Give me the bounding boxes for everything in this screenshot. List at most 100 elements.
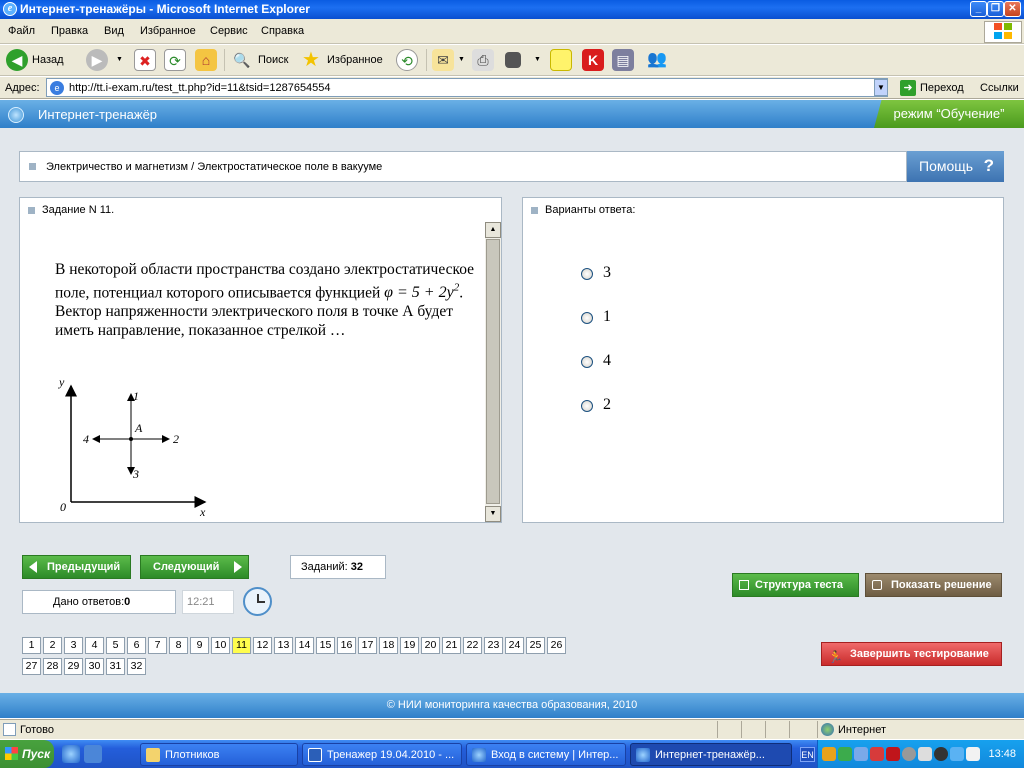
finish-test-button[interactable]: 🏃 Завершить тестирование: [821, 642, 1002, 666]
radio-button[interactable]: [581, 356, 593, 368]
page-number-button[interactable]: 18: [379, 637, 398, 654]
page-number-button[interactable]: 30: [85, 658, 104, 675]
page-number-button[interactable]: 25: [526, 637, 545, 654]
note-icon[interactable]: [550, 49, 572, 71]
menu-view[interactable]: Вид: [104, 25, 124, 37]
tray-icon[interactable]: [854, 747, 868, 761]
page-number-button[interactable]: 20: [421, 637, 440, 654]
mail-dropdown-icon[interactable]: ▼: [458, 56, 465, 63]
language-indicator[interactable]: EN: [800, 747, 815, 762]
page-number-button[interactable]: 29: [64, 658, 83, 675]
messenger-icon[interactable]: 👥: [646, 49, 668, 71]
tray-icon[interactable]: [902, 747, 916, 761]
kaspersky-tray-icon[interactable]: [886, 747, 900, 761]
forward-dropdown-icon[interactable]: ▼: [116, 56, 123, 63]
task-plotnikov[interactable]: Плотников: [140, 743, 298, 766]
print-icon[interactable]: ⎙: [472, 49, 494, 71]
page-number-button[interactable]: 21: [442, 637, 461, 654]
page-number-button[interactable]: 19: [400, 637, 419, 654]
page-number-button[interactable]: 15: [316, 637, 335, 654]
go-button[interactable]: ➜ Переход: [898, 79, 964, 97]
links-button[interactable]: Ссылки: [980, 82, 1019, 94]
page-number-button[interactable]: 27: [22, 658, 41, 675]
back-label[interactable]: Назад: [32, 54, 64, 66]
page-number-button[interactable]: 1: [22, 637, 41, 654]
page-number-button[interactable]: 3: [64, 637, 83, 654]
research-icon[interactable]: ▤: [612, 49, 634, 71]
page-number-button[interactable]: 6: [127, 637, 146, 654]
page-number-button[interactable]: 14: [295, 637, 314, 654]
menu-tools[interactable]: Сервис: [210, 25, 248, 37]
page-number-button[interactable]: 10: [211, 637, 230, 654]
close-button[interactable]: ✕: [1004, 1, 1021, 17]
page-number-button[interactable]: 17: [358, 637, 377, 654]
page-number-button[interactable]: 8: [169, 637, 188, 654]
volume-icon[interactable]: [966, 747, 980, 761]
tray-icon[interactable]: [870, 747, 884, 761]
radio-button[interactable]: [581, 268, 593, 280]
search-label[interactable]: Поиск: [258, 54, 288, 66]
page-number-button[interactable]: 5: [106, 637, 125, 654]
tray-icon[interactable]: [822, 747, 836, 761]
favorites-star-icon[interactable]: ★: [300, 49, 322, 71]
tray-icon[interactable]: [950, 747, 964, 761]
page-number-button[interactable]: 22: [463, 637, 482, 654]
page-number-button[interactable]: 13: [274, 637, 293, 654]
page-number-button[interactable]: 2: [43, 637, 62, 654]
maximize-button[interactable]: ❐: [987, 1, 1004, 17]
page-number-button[interactable]: 16: [337, 637, 356, 654]
task-trainer[interactable]: Интернет-тренажёр...: [630, 743, 792, 766]
question-scrollbar[interactable]: ▲ ▼: [485, 222, 501, 522]
next-button[interactable]: Следующий: [140, 555, 249, 579]
menu-help[interactable]: Справка: [261, 25, 304, 37]
help-button[interactable]: Помощь ?: [907, 151, 1004, 182]
task-login[interactable]: Вход в систему | Интер...: [466, 743, 626, 766]
page-number-button[interactable]: 24: [505, 637, 524, 654]
favorites-label[interactable]: Избранное: [327, 54, 383, 66]
back-icon[interactable]: ◀: [6, 49, 28, 71]
address-input[interactable]: e http://tt.i-exam.ru/test_tt.php?id=11&…: [46, 78, 888, 97]
show-solution-button[interactable]: Показать решение: [865, 573, 1002, 597]
page-number-button[interactable]: 4: [85, 637, 104, 654]
menu-favorites[interactable]: Избранное: [140, 25, 196, 37]
start-label: Пуск: [22, 747, 51, 761]
page-number-button[interactable]: 23: [484, 637, 503, 654]
refresh-icon[interactable]: ⟳: [164, 49, 186, 71]
page-number-button[interactable]: 9: [190, 637, 209, 654]
radio-button[interactable]: [581, 312, 593, 324]
address-url[interactable]: http://tt.i-exam.ru/test_tt.php?id=11&ts…: [69, 82, 331, 94]
history-icon[interactable]: ⟲: [396, 49, 418, 71]
page-number-button[interactable]: 26: [547, 637, 566, 654]
mail-icon[interactable]: ✉: [432, 49, 454, 71]
tray-icon[interactable]: [918, 747, 932, 761]
explorer-quicklaunch-icon[interactable]: [84, 745, 102, 763]
scroll-down-icon[interactable]: ▼: [485, 506, 501, 522]
page-number-button[interactable]: 28: [43, 658, 62, 675]
home-icon[interactable]: ⌂: [195, 49, 217, 71]
search-icon[interactable]: 🔍: [231, 49, 253, 71]
radio-button[interactable]: [581, 400, 593, 412]
start-button[interactable]: Пуск: [0, 740, 54, 768]
menu-edit[interactable]: Правка: [51, 25, 88, 37]
address-dropdown-icon[interactable]: ▼: [874, 79, 888, 96]
scroll-up-icon[interactable]: ▲: [485, 222, 501, 238]
ie-quicklaunch-icon[interactable]: [62, 745, 80, 763]
tray-icon[interactable]: [838, 747, 852, 761]
stop-icon[interactable]: ✖: [134, 49, 156, 71]
page-number-button[interactable]: 12: [253, 637, 272, 654]
scroll-thumb[interactable]: [486, 239, 500, 504]
page-number-button[interactable]: 7: [148, 637, 167, 654]
previous-button[interactable]: Предыдущий: [22, 555, 131, 579]
page-number-button[interactable]: 11: [232, 637, 251, 654]
menu-file[interactable]: Файл: [8, 25, 35, 37]
page-number-button[interactable]: 32: [127, 658, 146, 675]
forward-icon[interactable]: ▶: [86, 49, 108, 71]
test-structure-button[interactable]: Структура теста: [732, 573, 859, 597]
edit-icon[interactable]: [505, 52, 521, 68]
minimize-button[interactable]: _: [970, 1, 987, 17]
task-word-doc[interactable]: Тренажер 19.04.2010 - ...: [302, 743, 462, 766]
tray-icon[interactable]: [934, 747, 948, 761]
kaspersky-icon[interactable]: K: [582, 49, 604, 71]
page-number-button[interactable]: 31: [106, 658, 125, 675]
edit-dropdown-icon[interactable]: ▼: [534, 56, 541, 63]
